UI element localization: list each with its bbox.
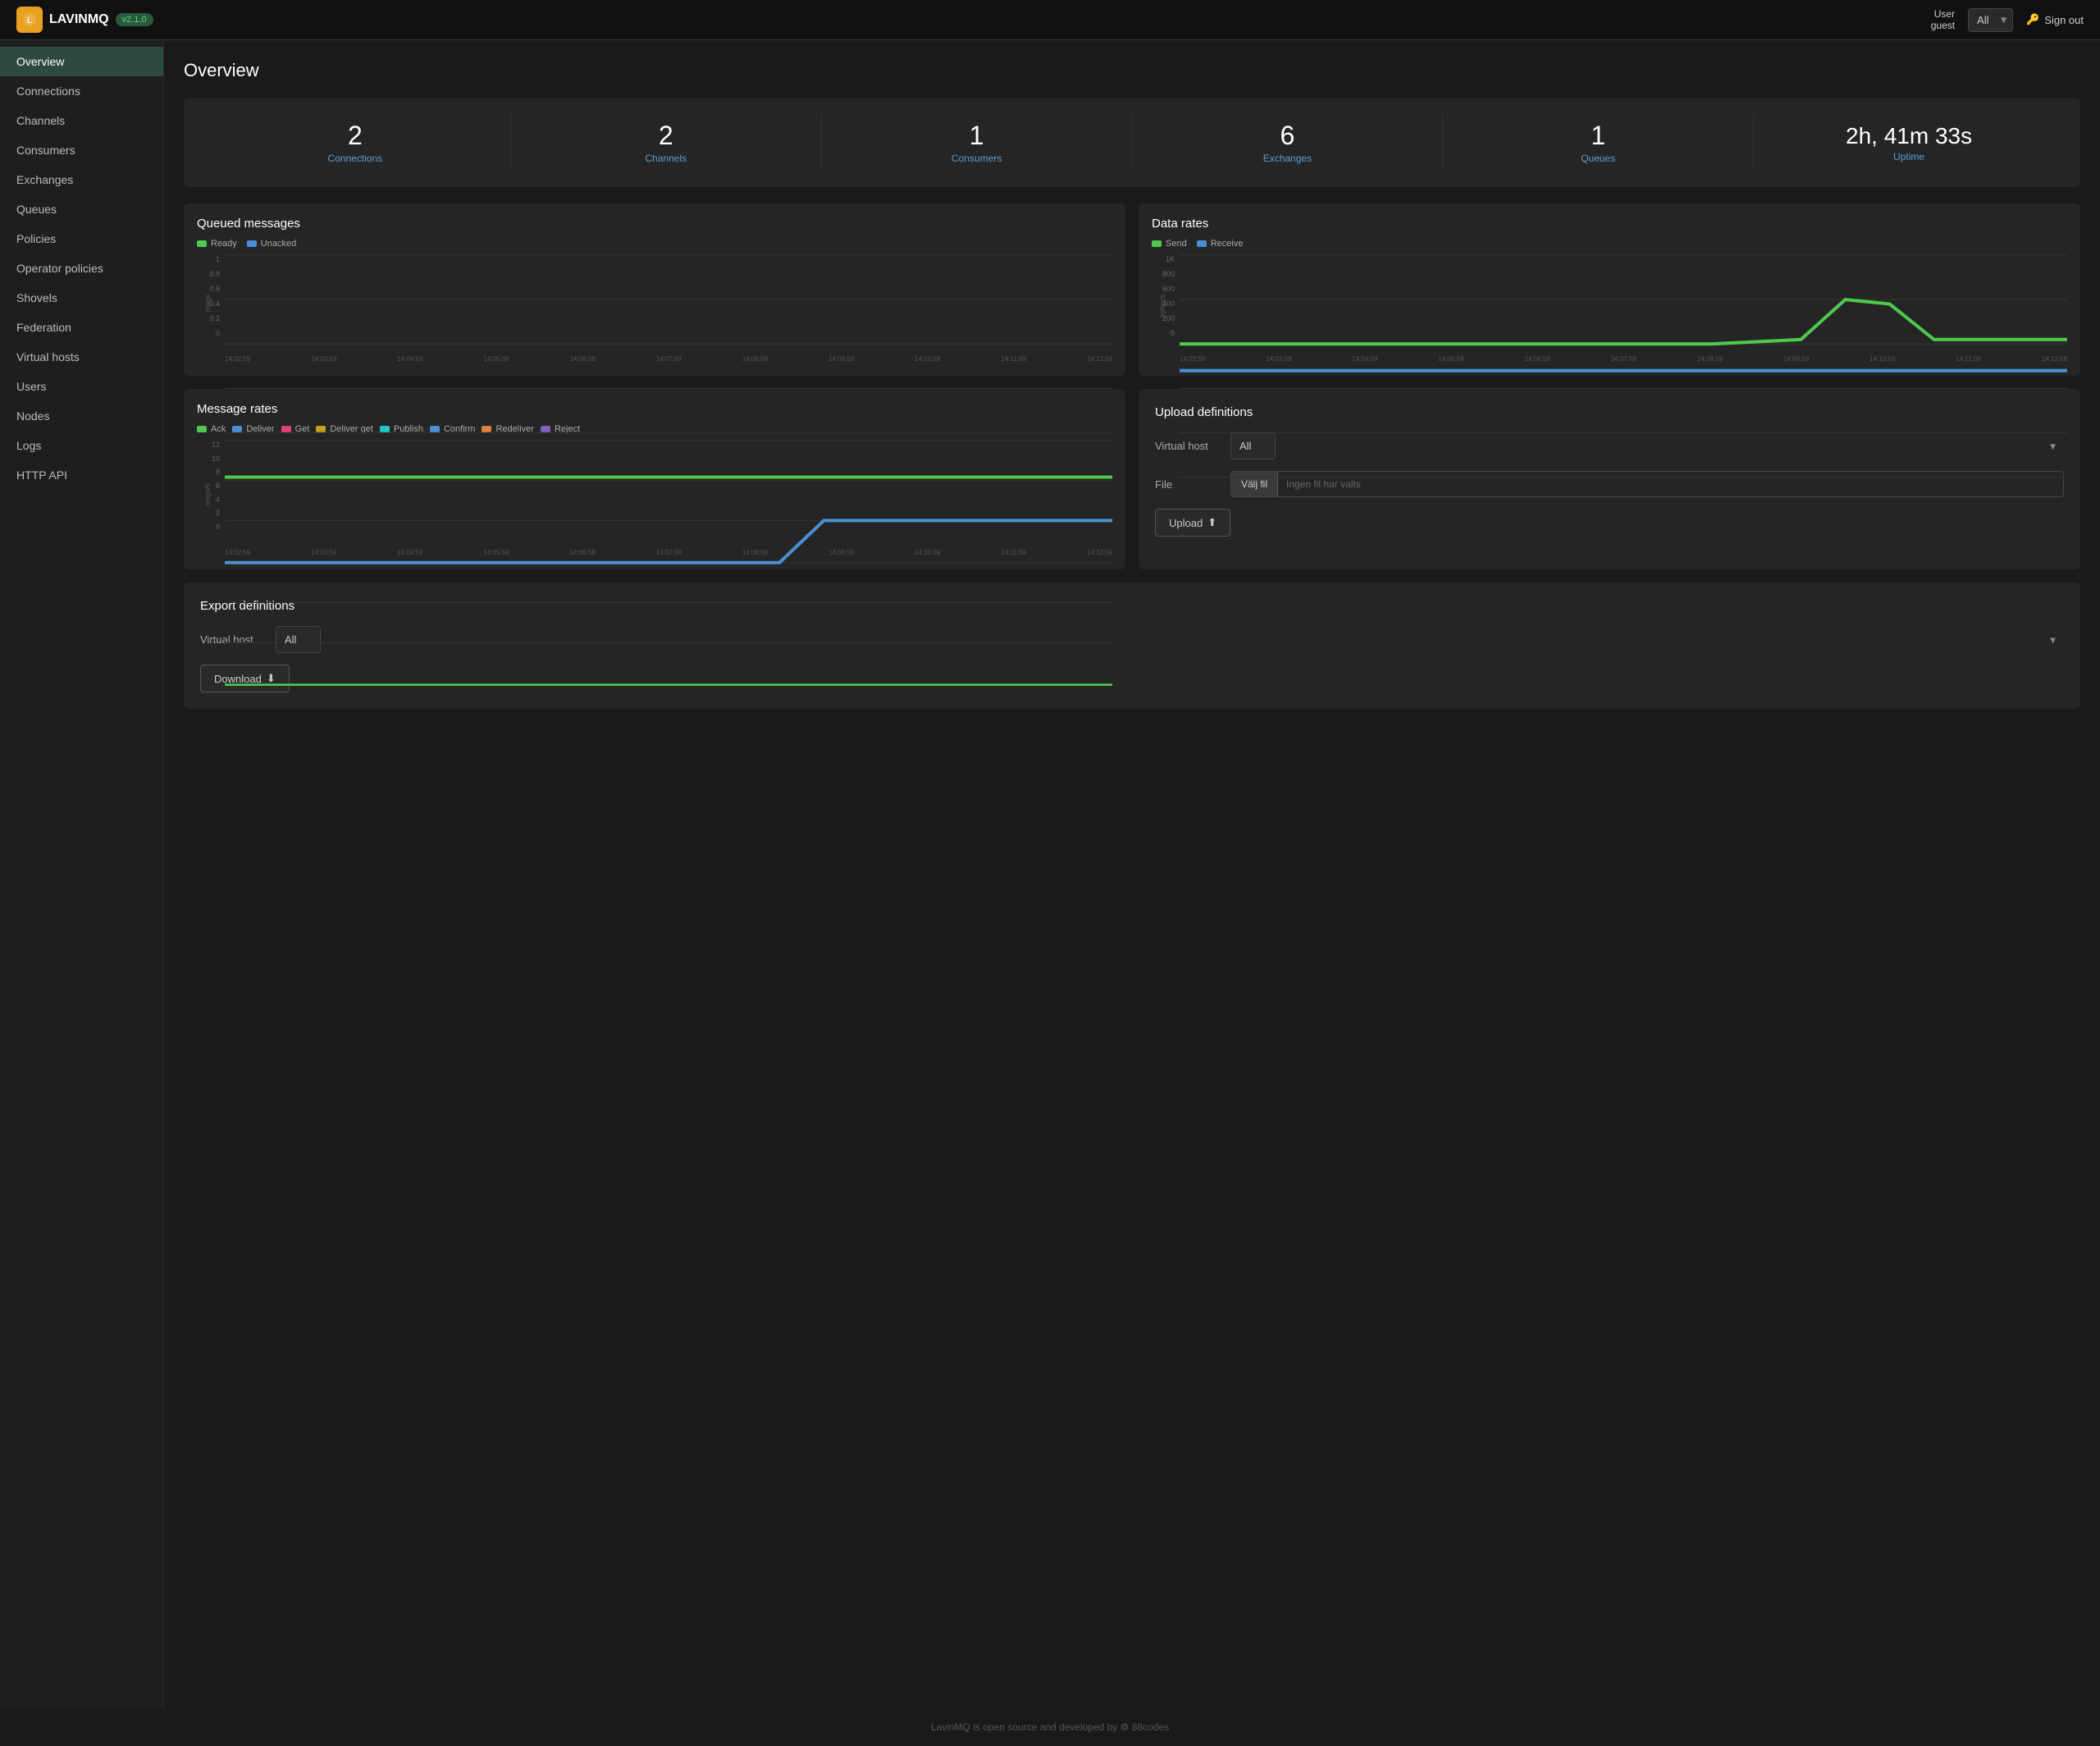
data-rates-chart: 1K8006004002000 bytes/s [1152,255,2067,354]
stat-connections-value: 2 [200,121,510,151]
sidebar-item-queues[interactable]: Queues [0,194,163,224]
sidebar-item-exchanges[interactable]: Exchanges [0,165,163,194]
legend-receive-label: Receive [1211,239,1244,249]
message-rates-y-axis: msgs/s [203,483,212,507]
sidebar-item-logs[interactable]: Logs [0,431,163,460]
sidebar-item-consumers[interactable]: Consumers [0,135,163,165]
signout-label: Sign out [2044,14,2084,26]
signout-icon: 🔑 [2026,13,2039,26]
logo-text: LAVINMQ [49,12,109,27]
sidebar-item-http-api[interactable]: HTTP API [0,460,163,490]
queued-messages-chart: 10.80.60.40.20 msgs [197,255,1112,354]
legend-ack-dot [197,426,207,432]
upload-vhost-select[interactable]: All [1230,432,1276,459]
sidebar-item-shovels[interactable]: Shovels [0,283,163,313]
upload-vhost-select-wrapper: All [1230,432,2064,459]
charts-row: Queued messages Ready Unacked 10.80.60.4… [184,203,2080,376]
upload-button[interactable]: Upload ⬆ [1155,509,1230,537]
stat-queues: 1 Queues [1443,114,1754,171]
footer-brand-name: 88codes [1132,1721,1169,1733]
stat-uptime: 2h, 41m 33s Uptime [1754,117,2064,169]
signout-button[interactable]: 🔑 Sign out [2026,13,2084,26]
data-rates-legend: Send Receive [1152,239,2067,249]
topbar-right: User guest All 🔑 Sign out [1931,8,2084,32]
stat-exchanges-label[interactable]: Exchanges [1263,153,1312,164]
sidebar-item-channels[interactable]: Channels [0,106,163,135]
footer-text: LavinMQ is open source and developed by [931,1721,1117,1733]
queued-messages-legend: Ready Unacked [197,239,1112,249]
user-label: User [1931,8,1955,20]
sidebar-item-connections[interactable]: Connections [0,76,163,106]
stat-consumers-value: 1 [822,121,1132,151]
legend-unacked-label: Unacked [261,239,296,249]
stats-card: 2 Connections 2 Channels 1 Consumers 6 E… [184,98,2080,187]
stat-channels: 2 Channels [511,114,822,171]
topbar-left: L LAVINMQ v2.1.0 [16,7,153,33]
sidebar-item-overview[interactable]: Overview [0,47,163,76]
svg-text:L: L [27,16,32,25]
legend-ack-label: Ack [211,424,226,434]
legend-unacked: Unacked [247,239,296,249]
sidebar-item-operator-policies[interactable]: Operator policies [0,254,163,283]
footer-brand: ⚙ [1121,1721,1132,1733]
sidebar-item-federation[interactable]: Federation [0,313,163,342]
sidebar: OverviewConnectionsChannelsConsumersExch… [0,40,164,1708]
upload-icon: ⬆ [1208,516,1217,529]
export-vhost-select[interactable]: All [276,626,321,653]
stat-queues-value: 1 [1443,121,1753,151]
queued-msgs-y-axis: msgs [203,295,212,313]
stat-channels-value: 2 [511,121,821,151]
data-rates-y-axis: bytes/s [1158,295,1166,318]
legend-ready-label: Ready [211,239,237,249]
stat-consumers-label[interactable]: Consumers [952,153,1002,164]
message-rates-chart: 121086420 msgs/s [197,441,1112,547]
upload-btn-row: Upload ⬆ [1155,509,2064,537]
legend-unacked-dot [247,240,257,247]
logo-icon: L [16,7,43,33]
legend-send-dot [1152,240,1162,247]
upload-vhost-row: Virtual host All [1155,432,2064,459]
main-content: Overview 2 Connections 2 Channels 1 Cons… [164,40,2100,1708]
export-vhost-select-wrapper: All [276,626,2064,653]
user-name: guest [1931,20,1955,31]
page-title: Overview [184,60,2080,81]
app-body: OverviewConnectionsChannelsConsumersExch… [0,40,2100,1708]
stat-queues-label[interactable]: Queues [1581,153,1615,164]
logo: L LAVINMQ v2.1.0 [16,7,153,33]
stat-channels-label[interactable]: Channels [645,153,687,164]
queued-messages-title: Queued messages [197,217,1112,231]
upload-label: Upload [1169,517,1203,529]
footer: LavinMQ is open source and developed by … [0,1708,2100,1746]
data-rates-card: Data rates Send Receive 1K8006004002000 [1139,203,2080,376]
vhost-wrapper: All [1968,8,2013,32]
legend-send: Send [1152,239,1187,249]
legend-receive: Receive [1197,239,1244,249]
stat-exchanges-value: 6 [1132,121,1442,151]
version-badge: v2.1.0 [116,13,153,26]
stat-exchanges: 6 Exchanges [1132,114,1443,171]
legend-ack: Ack [197,424,226,434]
stat-consumers: 1 Consumers [822,114,1133,171]
legend-ready-dot [197,240,207,247]
legend-send-label: Send [1166,239,1187,249]
sidebar-item-virtual-hosts[interactable]: Virtual hosts [0,342,163,372]
export-vhost-row: Virtual host All [200,626,2064,653]
legend-receive-dot [1197,240,1207,247]
data-rates-title: Data rates [1152,217,2067,231]
stat-uptime-value: 2h, 41m 33s [1754,123,2064,149]
stat-connections-label[interactable]: Connections [328,153,383,164]
sidebar-item-users[interactable]: Users [0,372,163,401]
legend-ready: Ready [197,239,237,249]
sidebar-item-nodes[interactable]: Nodes [0,401,163,431]
upload-file-label: File [1155,478,1221,491]
stat-connections: 2 Connections [200,114,511,171]
user-info: User guest [1931,8,1955,31]
stat-uptime-label: Uptime [1893,151,1924,162]
sidebar-item-policies[interactable]: Policies [0,224,163,254]
topbar: L LAVINMQ v2.1.0 User guest All 🔑 Sign o… [0,0,2100,40]
queued-messages-card: Queued messages Ready Unacked 10.80.60.4… [184,203,1125,376]
vhost-select[interactable]: All [1968,8,2013,32]
